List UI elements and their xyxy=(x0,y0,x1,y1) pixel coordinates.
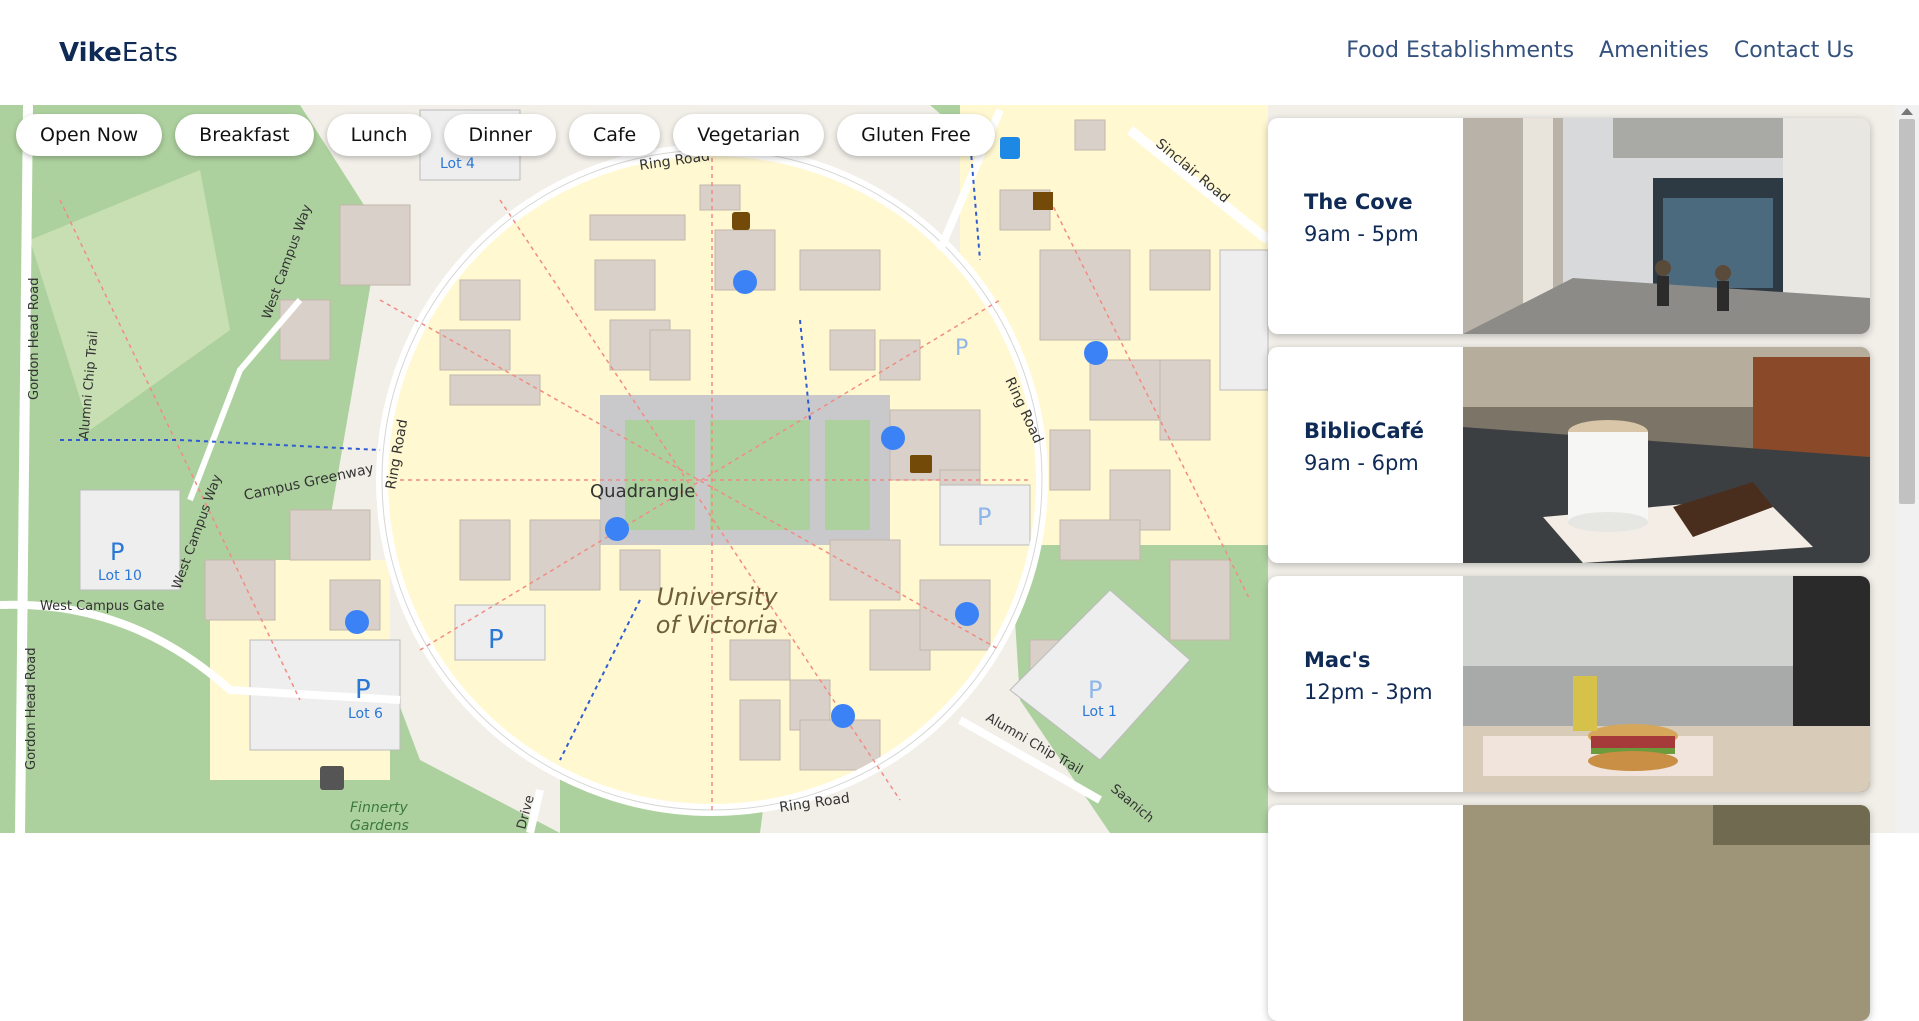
map-marker[interactable] xyxy=(955,602,979,626)
scroll-up-icon[interactable] xyxy=(1901,108,1913,115)
filter-cafe[interactable]: Cafe xyxy=(568,114,661,156)
map-marker[interactable] xyxy=(345,610,369,634)
finnerty-label-2: Gardens xyxy=(350,818,409,833)
west-campus-gate-label: West Campus Gate xyxy=(40,599,164,614)
bus-stop-icon xyxy=(1000,137,1020,159)
university-label-1: University xyxy=(656,583,778,611)
establishment-card-partial[interactable] xyxy=(1268,805,1870,1021)
parking-icon: P xyxy=(110,538,124,566)
gordon-head-road-label-top: Gordon Head Road xyxy=(27,278,42,400)
brand-regular: Eats xyxy=(121,38,178,68)
parking-icon: P xyxy=(955,336,968,361)
lot10-label: Lot 10 xyxy=(98,568,142,584)
brand-logo[interactable]: VikeEats xyxy=(59,38,178,68)
establishment-card-bibliocafe[interactable]: BiblioCafé 9am - 6pm xyxy=(1268,347,1870,563)
vertical-scrollbar[interactable] xyxy=(1895,105,1919,833)
library-icon xyxy=(910,455,932,473)
nav-amenities[interactable]: Amenities xyxy=(1599,38,1709,63)
establishment-photo xyxy=(1463,576,1870,792)
theatre-icon xyxy=(732,212,750,230)
main-nav: Food Establishments Amenities Contact Us xyxy=(1346,38,1854,63)
filter-open-now[interactable]: Open Now xyxy=(16,114,163,156)
filter-vegetarian[interactable]: Vegetarian xyxy=(673,114,825,156)
lot4-label: Lot 4 xyxy=(440,156,475,172)
quadrangle-label: Quadrangle xyxy=(590,481,695,502)
establishment-name: Mac's xyxy=(1304,648,1371,672)
filter-bar: Open Now Breakfast Lunch Dinner Cafe Veg… xyxy=(16,114,995,156)
header: VikeEats Food Establishments Amenities C… xyxy=(0,0,1919,105)
gordon-head-road-label-bottom: Gordon Head Road xyxy=(24,648,39,770)
cinema-icon xyxy=(1033,192,1053,210)
establishment-hours: 9am - 5pm xyxy=(1304,222,1419,246)
nav-food-establishments[interactable]: Food Establishments xyxy=(1346,38,1574,63)
establishment-photo xyxy=(1463,347,1870,563)
scrollbar-thumb[interactable] xyxy=(1899,119,1915,504)
brand-bold: Vike xyxy=(59,38,122,68)
establishment-card-macs[interactable]: Mac's 12pm - 3pm xyxy=(1268,576,1870,792)
map-marker[interactable] xyxy=(881,426,905,450)
parking-icon: P xyxy=(488,625,504,655)
finnerty-label-1: Finnerty xyxy=(350,800,409,816)
filter-dinner[interactable]: Dinner xyxy=(444,114,556,156)
establishment-card-the-cove[interactable]: The Cove 9am - 5pm xyxy=(1268,118,1870,334)
filter-gluten-free[interactable]: Gluten Free xyxy=(837,114,995,156)
parking-icon: P xyxy=(1088,676,1102,704)
establishment-hours: 9am - 6pm xyxy=(1304,451,1419,475)
filter-breakfast[interactable]: Breakfast xyxy=(175,114,314,156)
parking-icon: P xyxy=(355,675,371,705)
lot1-label: Lot 1 xyxy=(1082,704,1117,720)
establishment-photo xyxy=(1463,118,1870,334)
filter-lunch[interactable]: Lunch xyxy=(326,114,432,156)
map-marker[interactable] xyxy=(1084,341,1108,365)
nav-contact-us[interactable]: Contact Us xyxy=(1734,38,1854,63)
map-marker[interactable] xyxy=(733,270,757,294)
university-label-2: of Victoria xyxy=(656,611,778,639)
parking-icon: P xyxy=(977,503,991,531)
info-icon xyxy=(320,766,344,790)
establishment-name: The Cove xyxy=(1304,190,1413,214)
establishment-hours: 12pm - 3pm xyxy=(1304,680,1433,704)
establishment-name: BiblioCafé xyxy=(1304,419,1425,443)
establishment-photo xyxy=(1463,805,1870,1021)
map-marker[interactable] xyxy=(605,517,629,541)
map-marker[interactable] xyxy=(831,704,855,728)
lot6-label: Lot 6 xyxy=(348,706,383,722)
